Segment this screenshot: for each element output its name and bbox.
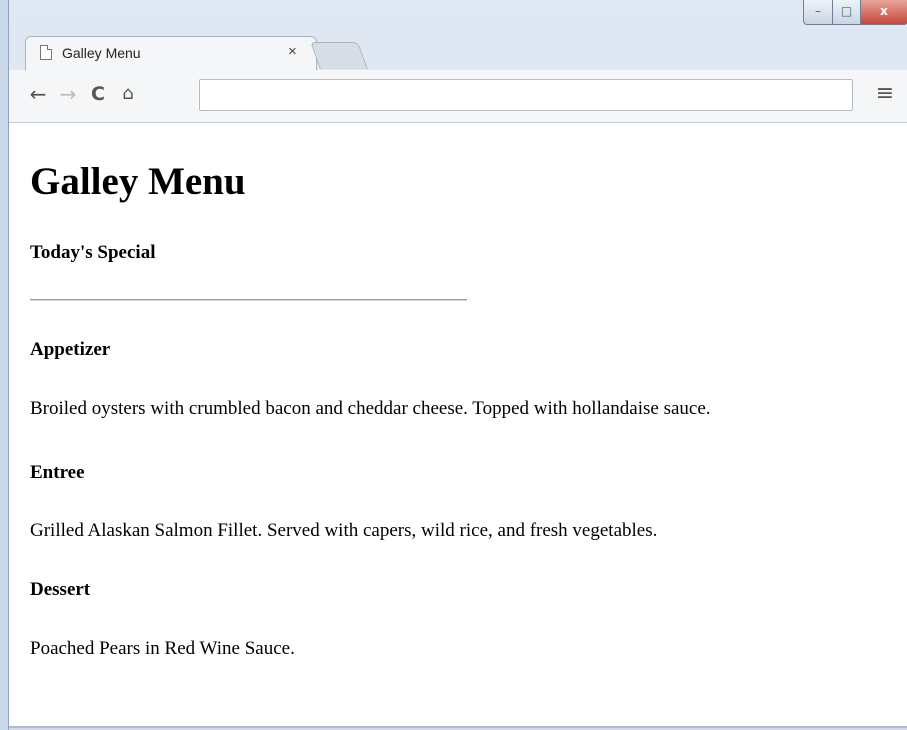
reload-icon[interactable]: C — [85, 80, 111, 108]
page-content: Galley Menu Today's Special Appetizer Br… — [9, 123, 907, 728]
section-heading-entree: Entree — [30, 462, 85, 483]
minimize-button[interactable]: – — [803, 0, 833, 25]
section-heading-dessert: Dessert — [30, 579, 91, 600]
page-icon — [40, 45, 52, 60]
maximize-button[interactable]: □ — [832, 0, 861, 25]
forward-arrow-icon[interactable]: → — [55, 80, 81, 108]
subtitle: Today's Special — [30, 242, 156, 263]
close-window-button[interactable]: x — [860, 0, 907, 25]
home-icon[interactable]: ⌂ — [115, 80, 141, 108]
section-heading-appetizer: Appetizer — [30, 339, 111, 360]
tab-close-icon[interactable]: × — [288, 43, 297, 60]
browser-tab[interactable]: Galley Menu × — [25, 36, 317, 71]
section-text-entree: Grilled Alaskan Salmon Fillet. Served wi… — [30, 520, 658, 541]
horizontal-rule — [30, 299, 467, 301]
back-arrow-icon[interactable]: ← — [25, 80, 51, 108]
tab-title: Galley Menu — [62, 45, 141, 61]
section-text-appetizer: Broiled oysters with crumbled bacon and … — [30, 398, 711, 419]
address-bar-input[interactable] — [199, 79, 853, 111]
page-title: Galley Menu — [30, 160, 246, 203]
menu-icon[interactable]: ≡ — [873, 82, 897, 106]
title-bar: Galley Menu × – □ x — [9, 0, 907, 71]
section-text-dessert: Poached Pears in Red Wine Sauce. — [30, 638, 295, 659]
browser-window: Galley Menu × – □ x ← → C ⌂ ≡ Galley Men… — [8, 0, 907, 730]
browser-toolbar: ← → C ⌂ ≡ — [9, 70, 907, 123]
new-tab-button[interactable] — [310, 42, 368, 69]
